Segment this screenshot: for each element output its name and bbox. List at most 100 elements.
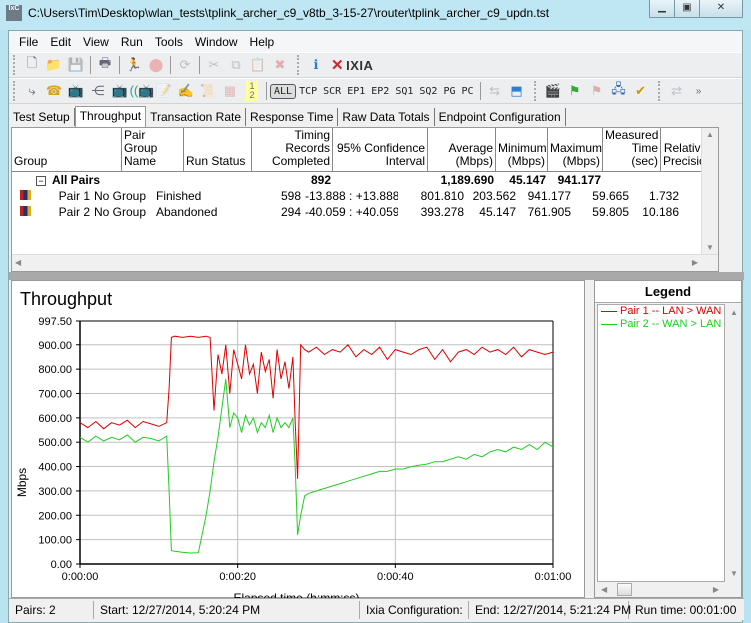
new-file-icon[interactable]: 🗋 bbox=[21, 55, 43, 75]
save-icon[interactable]: 💾 bbox=[65, 55, 87, 75]
filter-all-button[interactable]: ALL bbox=[270, 83, 297, 99]
menu-tools[interactable]: Tools bbox=[149, 35, 189, 49]
menu-run[interactable]: Run bbox=[115, 35, 149, 49]
refresh-icon[interactable]: ⟳ bbox=[174, 55, 196, 75]
multicast-icon[interactable]: ⋲ bbox=[87, 81, 109, 101]
voice-pair-icon[interactable]: ((📺 bbox=[130, 81, 155, 101]
flag-red-icon[interactable]: ⚑ bbox=[586, 81, 608, 101]
grid-vertical-scrollbar[interactable]: ▲ ▼ bbox=[701, 128, 718, 254]
import-icon[interactable]: ⬒ bbox=[506, 81, 528, 101]
column-header-completed[interactable]: Timing Records Completed bbox=[252, 128, 333, 171]
endpoint-icon[interactable]: 📺 bbox=[65, 81, 87, 101]
menu-view[interactable]: View bbox=[77, 35, 115, 49]
collapse-icon[interactable]: − bbox=[36, 176, 46, 186]
checklist-icon[interactable]: ✔ bbox=[630, 81, 652, 101]
tab-response-time[interactable]: Response Time bbox=[246, 108, 339, 126]
y-tick-label: 500.00 bbox=[38, 437, 72, 449]
menu-help[interactable]: Help bbox=[244, 35, 281, 49]
toolbar-grip[interactable] bbox=[657, 81, 662, 101]
column-header--mbps[interactable]: Average (Mbps) bbox=[428, 128, 496, 171]
series-line-pair-1 bbox=[79, 335, 554, 479]
run-icon[interactable]: 🏃 bbox=[123, 55, 145, 75]
toolbar-grip[interactable] bbox=[13, 81, 17, 101]
filter-scr-button[interactable]: SCR bbox=[320, 86, 344, 97]
cell-average: 393.278 bbox=[420, 205, 464, 219]
filter-tcp-button[interactable]: TCP bbox=[296, 86, 320, 97]
restore-button[interactable]: ▣ bbox=[674, 0, 700, 18]
network-icon[interactable]: 🖧 bbox=[608, 81, 630, 101]
legend-item[interactable]: Pair 1 -- LAN > WAN bbox=[598, 305, 724, 318]
column-header-line1: Timing Records bbox=[285, 128, 330, 155]
cell-ci: -13.888 : +13.888 bbox=[305, 189, 398, 203]
script-icon[interactable]: 📜 bbox=[197, 81, 219, 101]
scroll-thumb[interactable] bbox=[617, 583, 632, 596]
filter-pc-button[interactable]: PC bbox=[458, 86, 476, 97]
export-icon[interactable]: ⇆ bbox=[484, 81, 506, 101]
close-button[interactable]: ✕ bbox=[699, 0, 743, 18]
legend-vertical-scrollbar[interactable]: ▲ ▼ bbox=[727, 304, 741, 582]
table-row[interactable]: Pair 2 No Group Abandoned 294 -40.059 : +40.… bbox=[12, 204, 718, 220]
clapper-icon[interactable]: 🎬 bbox=[542, 81, 564, 101]
flag-green-icon[interactable]: ⚑ bbox=[564, 81, 586, 101]
toolbar-grip[interactable] bbox=[297, 55, 301, 75]
column-header-interval[interactable]: 95% Confidence Interval bbox=[333, 128, 428, 171]
legend-list: Pair 1 -- LAN > WAN Pair 2 -- WAN > LAN bbox=[597, 304, 725, 582]
menu-bar: File Edit View Run Tools Window Help bbox=[9, 31, 742, 52]
sync-icon[interactable]: ⇄ bbox=[666, 81, 688, 101]
window-title: C:\Users\Tim\Desktop\wlan_tests\tplink_a… bbox=[28, 6, 550, 20]
table-row[interactable]: Pair 1 No Group Finished 598 -13.888 : +13.8… bbox=[12, 188, 718, 204]
column-header-run-status[interactable]: Run Status bbox=[184, 128, 252, 171]
column-header-group[interactable]: Group bbox=[12, 128, 122, 171]
copy-icon[interactable]: ⧉ bbox=[225, 55, 247, 75]
legend-horizontal-scrollbar[interactable]: ◀ ▶ bbox=[597, 582, 725, 597]
toolbar-grip[interactable] bbox=[13, 55, 17, 75]
filter-pg-button[interactable]: PG bbox=[440, 86, 458, 97]
summary-average: 1,189.690 bbox=[440, 173, 494, 187]
pair-numbers-icon[interactable]: 12 bbox=[246, 81, 258, 101]
filter-ep1-button[interactable]: EP1 bbox=[344, 86, 368, 97]
group-icon[interactable]: ▦ bbox=[219, 81, 241, 101]
column-header-line2: (Mbps) bbox=[562, 154, 600, 168]
pair-icon[interactable]: ⤷ bbox=[21, 81, 43, 101]
main-window: File Edit View Run Tools Window Help 🗋 📁 💾 🖶 🏃… bbox=[8, 30, 744, 623]
delete-icon[interactable]: ✖ bbox=[269, 55, 291, 75]
results-tabs: Test Setup Throughput Transaction Rate Resp… bbox=[9, 106, 742, 127]
column-header--mbps[interactable]: Maximum (Mbps) bbox=[548, 128, 603, 171]
summary-row[interactable]: − All Pairs 892 1,189.690 45.147 941.177 bbox=[12, 172, 718, 188]
toolbar-grip[interactable] bbox=[533, 81, 538, 101]
legend-item[interactable]: Pair 2 -- WAN > LAN bbox=[598, 318, 724, 331]
print-icon[interactable]: 🖶 bbox=[94, 55, 116, 75]
filter-ep2-button[interactable]: EP2 bbox=[368, 86, 392, 97]
title-bar: IxC C:\Users\Tim\Desktop\wlan_tests\tpli… bbox=[0, 0, 751, 30]
rename-icon[interactable]: ✍ bbox=[175, 81, 197, 101]
phone-pair-icon[interactable]: ☎ bbox=[43, 81, 65, 101]
open-folder-icon[interactable]: 📁 bbox=[43, 55, 65, 75]
menu-edit[interactable]: Edit bbox=[44, 35, 77, 49]
cut-icon[interactable]: ✂ bbox=[203, 55, 225, 75]
tab-throughput[interactable]: Throughput bbox=[74, 106, 147, 127]
tab-endpoint-configuration[interactable]: Endpoint Configuration bbox=[435, 108, 566, 126]
cell-precision: 1.732 bbox=[648, 189, 679, 203]
grid-horizontal-scrollbar[interactable]: ◀ ▶ bbox=[12, 254, 718, 271]
paste-icon[interactable]: 📋 bbox=[247, 55, 269, 75]
toolbar-separator bbox=[119, 56, 120, 74]
column-header-name[interactable]: Pair Group Name bbox=[122, 128, 184, 171]
filter-sq1-button[interactable]: SQ1 bbox=[392, 86, 416, 97]
info-icon[interactable]: ℹ bbox=[305, 55, 327, 75]
stop-icon[interactable]: ⬤ bbox=[145, 55, 167, 75]
tab-test-setup[interactable]: Test Setup bbox=[9, 108, 75, 126]
column-header-time-sec[interactable]: Measured Time (sec) bbox=[603, 128, 661, 171]
edit-icon[interactable]: 📝 bbox=[153, 81, 175, 101]
minimize-button[interactable]: ▁ bbox=[649, 0, 675, 18]
video-pair-icon[interactable]: 📺 bbox=[109, 81, 131, 101]
column-header--mbps[interactable]: Minimum (Mbps) bbox=[496, 128, 548, 171]
tab-transaction-rate[interactable]: Transaction Rate bbox=[146, 108, 247, 126]
menu-window[interactable]: Window bbox=[189, 35, 244, 49]
toolbar-overflow-icon[interactable]: » bbox=[688, 81, 710, 101]
tab-raw-data-totals[interactable]: Raw Data Totals bbox=[338, 108, 435, 126]
legend-swatch bbox=[601, 311, 617, 312]
menu-file[interactable]: File bbox=[13, 35, 44, 49]
filter-sq2-button[interactable]: SQ2 bbox=[416, 86, 440, 97]
status-end: End: 12/27/2014, 5:21:24 PM bbox=[469, 600, 631, 619]
pane-splitter[interactable] bbox=[9, 272, 744, 280]
